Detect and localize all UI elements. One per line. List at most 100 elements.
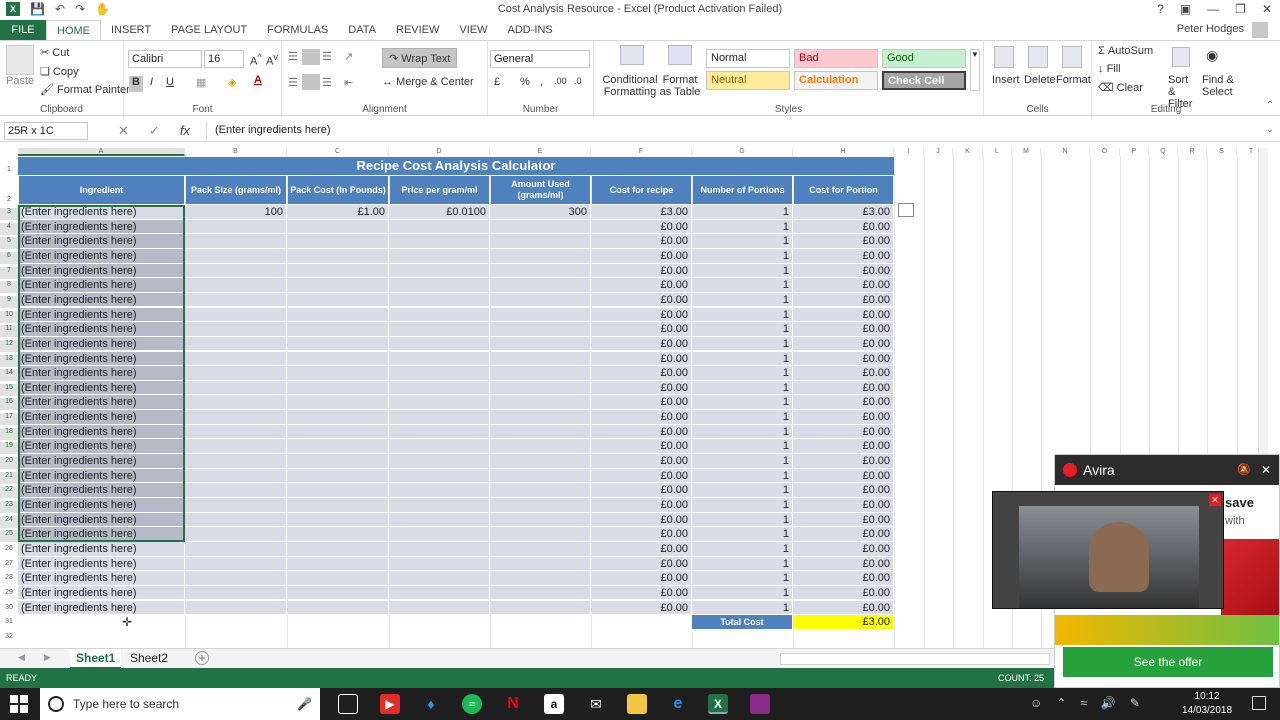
cost-portion-cell[interactable]: £0.00 (793, 219, 894, 235)
pack-cost-cell[interactable] (287, 585, 389, 601)
horizontal-scrollbar[interactable] (780, 653, 1050, 665)
row-header[interactable]: 9 (0, 295, 18, 308)
spotify-icon[interactable]: ≈ (462, 694, 482, 714)
pack-size-cell[interactable] (185, 410, 287, 425)
orientation-icon[interactable]: ↗ (344, 50, 353, 63)
row-header[interactable]: 23 (0, 501, 18, 513)
excel-taskbar-icon[interactable]: X (708, 694, 728, 714)
cost-recipe-cell[interactable]: £0.00 (591, 219, 692, 235)
tray-arrow-icon[interactable]: ⌃ (1056, 696, 1066, 710)
new-sheet-icon[interactable]: + (195, 651, 209, 665)
amount-used-cell[interactable] (490, 380, 591, 396)
column-header-l[interactable]: L (983, 148, 1012, 156)
pack-cost-cell[interactable] (287, 410, 389, 425)
insert-function-icon[interactable]: fx (180, 123, 190, 139)
column-header-r[interactable]: R (1178, 148, 1207, 156)
portions-cell[interactable]: 1 (692, 424, 793, 440)
cost-portion-cell[interactable]: £0.00 (793, 351, 894, 367)
edge-icon[interactable]: e (668, 694, 688, 714)
bold-button[interactable]: B (129, 76, 143, 92)
pack-cost-cell[interactable] (287, 541, 389, 557)
pack-cost-cell[interactable] (287, 234, 389, 249)
clock[interactable]: 10:12 14/03/2018 (1182, 690, 1232, 718)
column-header-o[interactable]: O (1090, 148, 1120, 156)
percent-icon[interactable]: % (520, 76, 530, 88)
ingredient-cell[interactable]: (Enter ingredients here) (18, 541, 185, 557)
find-select-button[interactable]: Find & Select (1202, 74, 1238, 98)
insert-button[interactable]: Insert (992, 74, 1020, 86)
scroll-right-icon[interactable]: ▶ (44, 652, 51, 663)
portions-cell[interactable]: 1 (692, 410, 793, 425)
price-per-cell[interactable] (389, 585, 490, 601)
cost-portion-cell[interactable]: £0.00 (793, 483, 894, 498)
cost-recipe-cell[interactable]: £0.00 (591, 454, 692, 469)
price-per-cell[interactable] (389, 424, 490, 440)
row-header[interactable]: 3 (0, 208, 18, 220)
expand-formula-icon[interactable]: ⌄ (1266, 124, 1274, 135)
notifications-icon[interactable] (1252, 696, 1266, 710)
row-header[interactable]: 25 (0, 530, 18, 543)
cost-portion-cell[interactable]: £0.00 (793, 454, 894, 469)
amount-used-cell[interactable] (490, 234, 591, 249)
row-header[interactable]: 17 (0, 413, 18, 426)
pack-size-cell[interactable] (185, 527, 287, 542)
youtube-icon[interactable]: ▶ (380, 694, 400, 714)
clear-button[interactable]: ⌫ Clear (1098, 81, 1143, 94)
style-neutral[interactable]: Neutral (706, 71, 790, 90)
ingredient-cell[interactable]: (Enter ingredients here) (18, 410, 185, 425)
cost-portion-cell[interactable]: £0.00 (793, 380, 894, 396)
pack-cost-cell[interactable] (287, 322, 389, 337)
pack-size-cell[interactable] (185, 336, 287, 352)
column-header-k[interactable]: K (953, 148, 983, 156)
cost-recipe-cell[interactable]: £0.00 (591, 439, 692, 454)
pack-size-cell[interactable] (185, 395, 287, 411)
cost-recipe-cell[interactable]: £0.00 (591, 556, 692, 572)
cost-portion-cell[interactable]: £0.00 (793, 468, 894, 484)
row-header[interactable]: 2 (0, 196, 18, 206)
pack-cost-cell[interactable] (287, 571, 389, 586)
row-header[interactable]: 28 (0, 574, 18, 586)
conditional-formatting-button[interactable]: Conditional Formatting (600, 74, 660, 98)
cancel-icon[interactable]: ✕ (118, 123, 129, 139)
pack-size-cell[interactable] (185, 307, 287, 323)
tab-view[interactable]: VIEW (449, 20, 497, 40)
row-header[interactable]: 7 (0, 266, 18, 279)
cost-recipe-cell[interactable]: £0.00 (591, 248, 692, 264)
row-header[interactable]: 24 (0, 515, 18, 528)
font-name-select[interactable]: Calibri (128, 50, 202, 68)
row-header[interactable]: 22 (0, 486, 18, 499)
amazon-icon[interactable]: a (544, 694, 564, 714)
cost-portion-cell[interactable]: £0.00 (793, 234, 894, 249)
price-per-cell[interactable] (389, 278, 490, 293)
portions-cell[interactable]: 1 (692, 395, 793, 411)
portions-cell[interactable]: 1 (692, 219, 793, 235)
portions-cell[interactable]: 1 (692, 351, 793, 367)
pack-cost-cell[interactable] (287, 439, 389, 454)
portions-cell[interactable]: 1 (692, 380, 793, 396)
cost-portion-cell[interactable]: £0.00 (793, 571, 894, 586)
microphone-icon[interactable]: 🎤 (297, 688, 312, 720)
pack-size-cell[interactable] (185, 234, 287, 249)
cost-portion-cell[interactable]: £0.00 (793, 527, 894, 542)
cost-recipe-cell[interactable]: £0.00 (591, 498, 692, 513)
pack-cost-cell[interactable] (287, 219, 389, 235)
amount-used-cell[interactable] (490, 410, 591, 425)
mute-icon[interactable]: 🔕 (1237, 455, 1251, 485)
ingredient-cell[interactable]: (Enter ingredients here) (18, 527, 185, 542)
amount-used-cell[interactable] (490, 454, 591, 469)
portions-cell[interactable]: 1 (692, 468, 793, 484)
row-header[interactable]: 20 (0, 457, 18, 470)
column-header-b[interactable]: B (185, 148, 287, 156)
shrink-font-icon[interactable]: Av (266, 52, 278, 68)
see-offer-button[interactable]: See the offer (1063, 647, 1273, 677)
portions-cell[interactable]: 1 (692, 307, 793, 323)
cost-recipe-cell[interactable]: £0.00 (591, 336, 692, 352)
format-painter-button[interactable]: 🖌 Format Painter (40, 83, 130, 96)
amount-used-cell[interactable] (490, 571, 591, 586)
wrap-text-button[interactable]: ↷ Wrap Text (382, 48, 458, 68)
cost-portion-cell[interactable]: £0.00 (793, 248, 894, 264)
cost-portion-cell[interactable]: £0.00 (793, 498, 894, 513)
column-header-i[interactable]: I (894, 148, 924, 156)
amount-used-cell[interactable] (490, 336, 591, 352)
pack-size-cell[interactable] (185, 366, 287, 381)
